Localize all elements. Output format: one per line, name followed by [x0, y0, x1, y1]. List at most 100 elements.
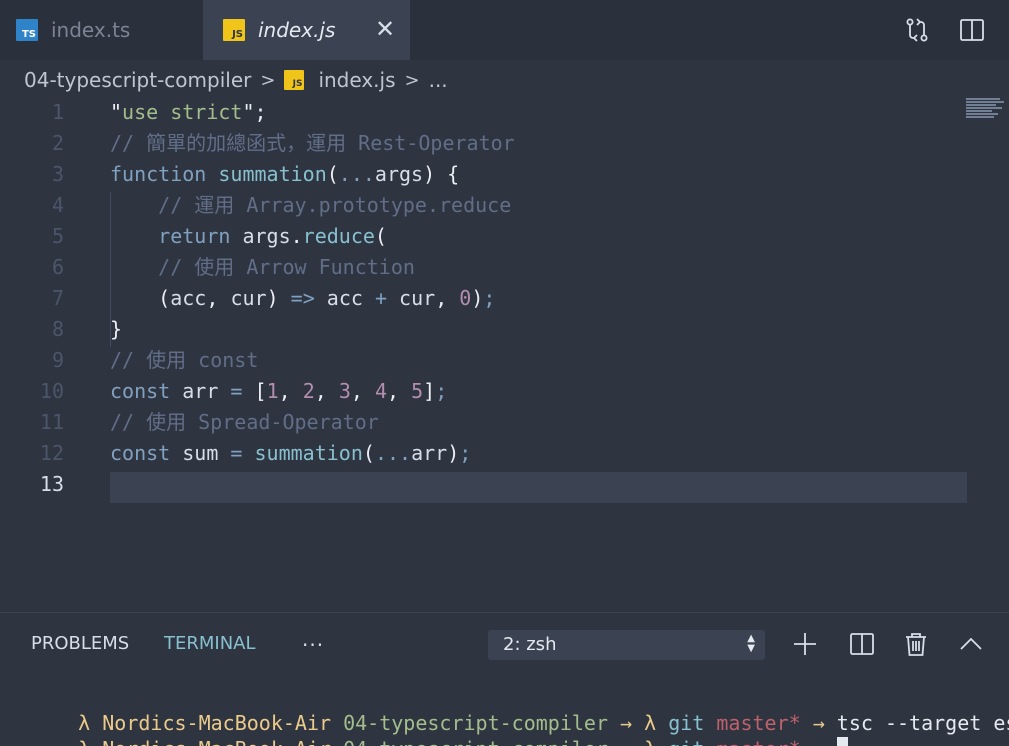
line-number: 13	[39, 472, 64, 496]
terminal-select-value: 2: zsh	[503, 634, 557, 655]
trash-icon[interactable]	[902, 630, 930, 658]
terminal-cursor	[836, 737, 848, 746]
code-token: cur	[230, 286, 267, 310]
code-line[interactable]: 3 function summation(...args) {	[0, 159, 1009, 190]
code-token: 0	[459, 286, 472, 310]
code-token: +	[374, 286, 388, 310]
code-token: (	[110, 286, 171, 310]
select-arrows-icon: ▲ ▼	[747, 633, 755, 654]
code-token: ,	[387, 379, 412, 403]
code-text: // 使用 Arrow Function	[110, 252, 415, 283]
line-number: 6	[51, 255, 64, 279]
code-line[interactable]: 9 // 使用 const	[0, 345, 1009, 376]
code-editor[interactable]: 1 "use strict"; 2 // 簡單的加總函式，運用 Rest-Operat…	[0, 96, 1009, 612]
code-token: ,	[206, 286, 231, 310]
code-token: const	[110, 379, 183, 403]
code-line[interactable]: 10 const arr = [1, 2, 3, 4, 5];	[0, 376, 1009, 407]
prompt-lambda: λ	[644, 737, 656, 746]
line-number: 5	[51, 224, 64, 248]
code-token: )	[447, 441, 460, 465]
tab-problems[interactable]: PROBLEMS	[31, 633, 129, 654]
code-line[interactable]: 4 // 運用 Array.prototype.reduce	[0, 190, 1009, 221]
plus-icon[interactable]	[791, 630, 819, 658]
code-token: ;	[459, 441, 472, 465]
code-token: =	[230, 379, 243, 403]
code-token: acc	[314, 286, 375, 310]
code-token: acc	[170, 286, 207, 310]
line-number: 12	[39, 441, 64, 465]
code-token: summation	[242, 441, 363, 465]
code-text: // 簡單的加總函式，運用 Rest-Operator	[110, 128, 515, 159]
close-icon[interactable]: ✕	[374, 17, 396, 41]
code-line[interactable]: 1 "use strict";	[0, 97, 1009, 128]
prompt-dir: 04-typescript-compiler	[331, 737, 608, 746]
code-token: arr	[182, 379, 231, 403]
javascript-file-icon: JS	[223, 19, 245, 41]
code-line[interactable]: 11 // 使用 Spread-Operator	[0, 407, 1009, 438]
code-token: ,	[350, 379, 375, 403]
code-line[interactable]: 13	[0, 469, 1009, 500]
code-text: "use strict";	[110, 97, 267, 128]
prompt-git: git	[656, 737, 704, 746]
code-token: }	[110, 317, 123, 341]
code-token: // 使用 const	[110, 348, 259, 372]
prompt-host: Nordics-MacBook-Air	[90, 737, 331, 746]
more-actions-icon[interactable]: ···	[302, 633, 324, 657]
typescript-file-icon: TS	[16, 19, 38, 41]
terminal-line: λ Nordics-MacBook-Air 04-typescript-comp…	[30, 684, 1009, 735]
code-token: 4	[374, 379, 388, 403]
code-line[interactable]: 2 // 簡單的加總函式，運用 Rest-Operator	[0, 128, 1009, 159]
line-number: 11	[39, 410, 64, 434]
code-token: ,	[314, 379, 339, 403]
code-token: [	[242, 379, 267, 403]
code-text: (acc, cur) => acc + cur, 0);	[110, 283, 495, 314]
breadcrumb-folder[interactable]: 04-typescript-compiler	[24, 68, 251, 92]
split-terminal-icon[interactable]	[848, 630, 876, 658]
code-token: arr	[411, 441, 448, 465]
breadcrumb-symbols[interactable]: ...	[429, 68, 448, 92]
code-token: use strict	[122, 100, 243, 124]
code-token: 3	[338, 379, 351, 403]
code-token: ;	[483, 286, 496, 310]
code-token: return	[110, 224, 243, 248]
code-line[interactable]: 7 (acc, cur) => acc + cur, 0);	[0, 283, 1009, 314]
terminal-input-line[interactable]: λ Nordics-MacBook-Air 04-typescript-comp…	[30, 710, 848, 746]
code-token: args	[242, 224, 291, 248]
code-line[interactable]: 12 const sum = summation(...arr);	[0, 438, 1009, 469]
tab-index-ts[interactable]: TS index.ts	[0, 0, 203, 60]
editor-tab-bar: TS index.ts JS index.js ✕	[0, 0, 1009, 60]
prompt-branch: master*	[704, 737, 800, 746]
terminal-select[interactable]: 2: zsh ▲ ▼	[488, 630, 765, 660]
code-token: sum	[182, 441, 231, 465]
line-number: 1	[51, 100, 64, 124]
code-text: return args.reduce(	[110, 221, 387, 252]
code-line[interactable]: 6 // 使用 Arrow Function	[0, 252, 1009, 283]
code-text: const sum = summation(...arr);	[110, 438, 471, 469]
code-token: (	[326, 162, 339, 186]
code-token: ...	[338, 162, 375, 186]
code-line[interactable]: 8}	[0, 314, 1009, 345]
chevron-up-icon[interactable]	[957, 630, 985, 658]
code-token: reduce	[302, 224, 375, 248]
code-text: // 運用 Array.prototype.reduce	[110, 190, 511, 221]
code-token: ,	[435, 286, 460, 310]
tab-terminal[interactable]: TERMINAL	[164, 633, 256, 654]
code-token: (	[362, 441, 375, 465]
source-compare-icon[interactable]	[903, 16, 931, 44]
code-token: (	[374, 224, 387, 248]
code-token: function	[110, 162, 219, 186]
code-token: ...	[374, 441, 412, 465]
code-token: args	[374, 162, 424, 186]
code-line[interactable]: 5 return args.reduce(	[0, 221, 1009, 252]
prompt-arrow: →	[801, 737, 837, 746]
code-token: ) {	[423, 162, 460, 186]
code-text: }	[110, 314, 122, 345]
breadcrumb-file[interactable]: index.js	[318, 68, 395, 92]
code-token: ,	[278, 379, 303, 403]
line-number: 8	[51, 317, 64, 341]
terminal-command: tsc --target es6	[836, 711, 1009, 735]
tab-index-js[interactable]: JS index.js ✕	[203, 0, 410, 60]
code-token: ";	[242, 100, 267, 124]
code-token: "	[110, 100, 123, 124]
split-editor-icon[interactable]	[958, 16, 986, 44]
